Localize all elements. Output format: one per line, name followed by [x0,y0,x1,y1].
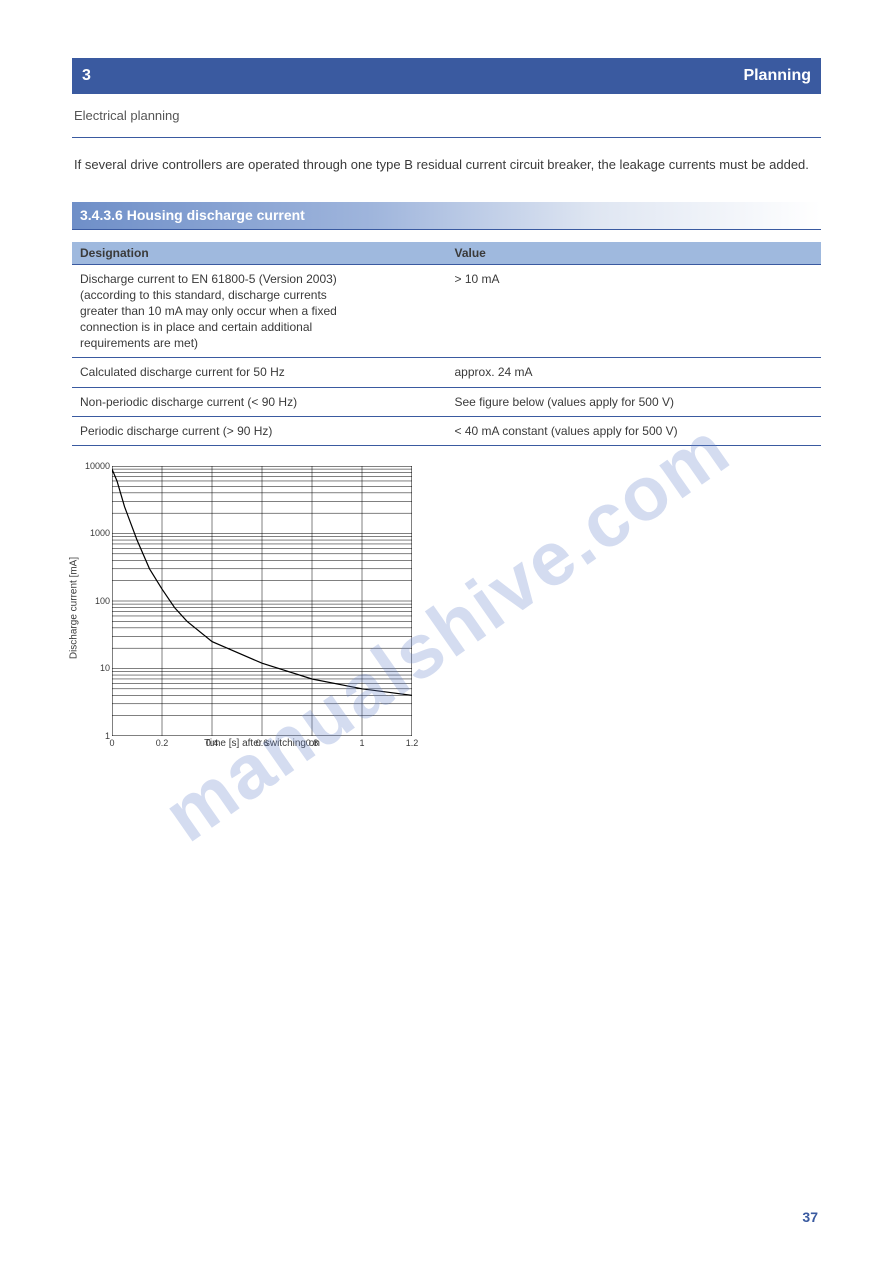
table-row: Calculated discharge current for 50 Hz a… [72,358,821,387]
table-cell: > 10 mA [447,264,822,358]
table-cell: approx. 24 mA [447,358,822,387]
ytick: 10 [100,663,110,673]
chart-ylabel: Discharge current [mA] [69,556,80,658]
table-cell: < 40 mA constant (values apply for 500 V… [447,416,822,445]
ytick: 100 [95,596,110,606]
table-row: Non-periodic discharge current (< 90 Hz)… [72,387,821,416]
xtick: 0.8 [306,738,319,748]
table-cell: Calculated discharge current for 50 Hz [72,358,447,387]
table-cell: Periodic discharge current (> 90 Hz) [72,416,447,445]
chart-plot [112,466,412,736]
table-cell: See figure below (values apply for 500 V… [447,387,822,416]
body-note: If several drive controllers are operate… [74,156,819,174]
xtick: 0.6 [256,738,269,748]
ytick: 10000 [85,461,110,471]
table-cell: Non-periodic discharge current (< 90 Hz) [72,387,447,416]
spec-table: Designation Value Discharge current to E… [72,242,821,447]
xtick: 0.4 [206,738,219,748]
subheader: Electrical planning [72,94,821,138]
table-cell: Discharge current to EN 61800-5 (Version… [72,264,447,358]
table-header-value: Value [447,242,822,265]
discharge-current-chart: Discharge current [mA] 1 10 100 1000 100… [112,466,821,749]
xtick: 0.2 [156,738,169,748]
ytick: 1000 [90,528,110,538]
page-number: 37 [802,1209,818,1225]
table-row: Periodic discharge current (> 90 Hz) < 4… [72,416,821,445]
xtick: 1 [359,738,364,748]
section-title: Planning [743,67,811,85]
section-number: 3 [82,67,91,85]
header-bar: 3 Planning [72,58,821,94]
table-header-designation: Designation [72,242,447,265]
xtick: 0 [109,738,114,748]
xtick: 1.2 [406,738,419,748]
table-row: Discharge current to EN 61800-5 (Version… [72,264,821,358]
section-heading: 3.4.3.6 Housing discharge current [72,202,821,230]
